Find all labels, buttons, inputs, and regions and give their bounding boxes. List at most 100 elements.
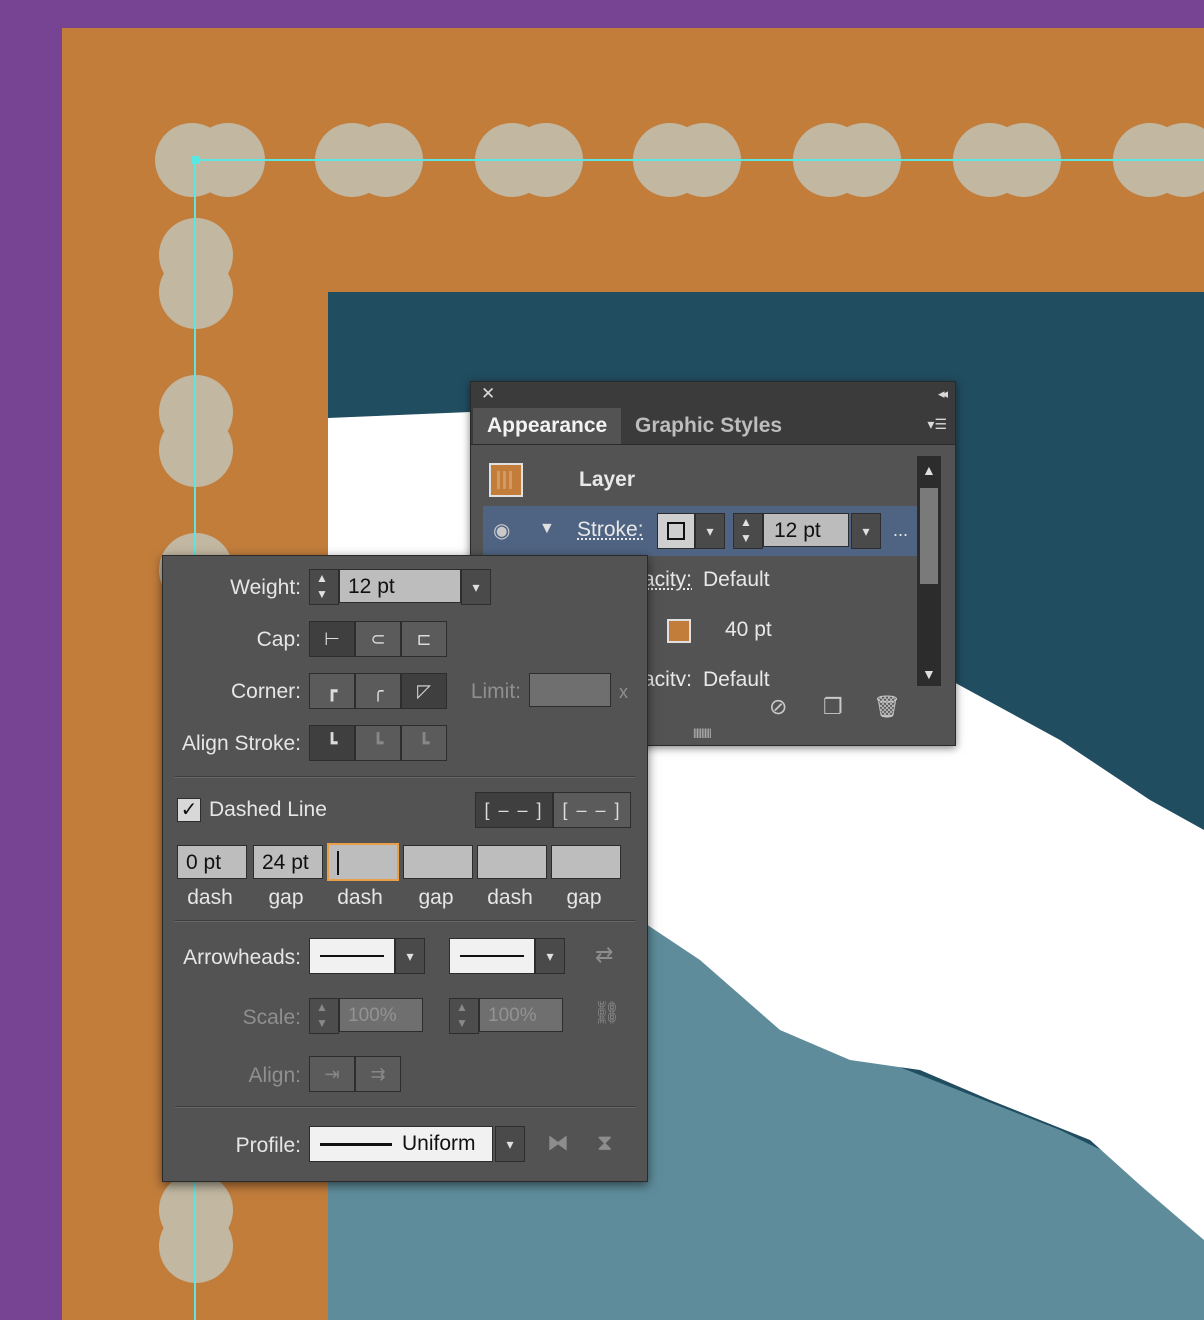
- preserve-dash-button[interactable]: [ ‒ ‒ ]: [475, 792, 553, 828]
- flip-across-icon[interactable]: ⧗: [597, 1130, 612, 1156]
- profile-value: Uniform: [402, 1132, 476, 1155]
- arrowhead-line-icon: [460, 955, 524, 957]
- scale-start-stepper[interactable]: ▲ ▼: [309, 998, 339, 1034]
- dash-3-caption: dash: [487, 886, 533, 909]
- link-scale-icon[interactable]: ⛓: [593, 1000, 621, 1026]
- tab-graphic-styles[interactable]: Graphic Styles: [621, 408, 796, 444]
- cap-label: Cap:: [256, 628, 301, 651]
- arrowheads-label: Arrowheads:: [183, 946, 301, 969]
- stroke-weight-dropdown[interactable]: ▾: [851, 513, 881, 549]
- dashed-line-label: Dashed Line: [209, 798, 327, 821]
- close-icon[interactable]: ✕: [481, 384, 495, 404]
- end-arrowhead-select[interactable]: [449, 938, 535, 974]
- divider-1: [175, 776, 635, 778]
- disclosure-triangle-icon[interactable]: ▼: [539, 520, 555, 538]
- panel-title-bar[interactable]: ✕ ◂◂: [471, 382, 955, 408]
- more-options[interactable]: ...: [893, 520, 908, 541]
- row-stroke[interactable]: ◉ ▼ Stroke: ▾ ▲ ▼ 12 pt ▾ ...: [483, 506, 917, 557]
- stroke-label[interactable]: Stroke:: [577, 518, 644, 542]
- duplicate-item-icon[interactable]: ❐: [823, 694, 843, 720]
- gap-3-caption: gap: [566, 886, 602, 909]
- weight-stepper[interactable]: ▲ ▼: [309, 569, 339, 605]
- swap-arrowheads-icon[interactable]: ⇄: [595, 942, 613, 968]
- weight-dropdown[interactable]: ▾: [461, 569, 491, 605]
- stroke-swatch-icon: [667, 522, 685, 540]
- round-join-button[interactable]: ╭: [355, 673, 401, 709]
- bevel-join-button[interactable]: ◸: [401, 673, 447, 709]
- scroll-up-icon[interactable]: ▲: [922, 462, 936, 478]
- text-cursor: [337, 851, 339, 875]
- gap-2-caption: gap: [418, 886, 454, 909]
- trash-icon[interactable]: 🗑: [873, 694, 901, 720]
- start-arrowhead-select[interactable]: [309, 938, 395, 974]
- corner-label: Corner:: [230, 680, 301, 703]
- row-layer-label: Layer: [579, 468, 636, 491]
- align-outside-button[interactable]: ┗: [401, 725, 447, 761]
- end-arrowhead-dropdown[interactable]: ▾: [535, 938, 565, 974]
- arrowhead-line-icon: [320, 955, 384, 957]
- dash-2-caption: dash: [337, 886, 383, 909]
- scroll-down-icon[interactable]: ▼: [922, 666, 936, 682]
- limit-unit: x: [619, 682, 628, 702]
- dash-1-input[interactable]: 0 pt: [177, 845, 247, 879]
- gap-2-input[interactable]: [403, 845, 473, 879]
- gap-3-input[interactable]: [551, 845, 621, 879]
- butt-cap-button[interactable]: ⊢: [309, 621, 355, 657]
- opacity-label-2[interactable]: acity:: [643, 668, 692, 686]
- arrow-extend-button[interactable]: ⇥: [309, 1056, 355, 1092]
- scale-end-stepper[interactable]: ▲ ▼: [449, 998, 479, 1034]
- profile-label: Profile:: [235, 1134, 301, 1157]
- resize-grip-icon[interactable]: |||||||||||: [693, 728, 712, 739]
- stroke-color-swatch[interactable]: [657, 513, 695, 549]
- divider-2: [175, 920, 635, 922]
- dash-1-caption: dash: [187, 886, 233, 909]
- panel-menu-icon[interactable]: ▾☰: [927, 416, 947, 433]
- layer-pattern-icon: [497, 471, 515, 489]
- weight-input[interactable]: 12 pt: [339, 569, 461, 603]
- stroke-weight-stepper[interactable]: ▲ ▼: [733, 513, 763, 549]
- dashed-line-checkbox[interactable]: ✓: [177, 798, 201, 822]
- projecting-cap-button[interactable]: ⊏: [401, 621, 447, 657]
- opacity-label-1[interactable]: acity:: [643, 568, 692, 592]
- stroke-weight-input[interactable]: 12 pt: [763, 513, 849, 547]
- limit-label: Limit:: [470, 680, 521, 703]
- start-arrowhead-dropdown[interactable]: ▾: [395, 938, 425, 974]
- dash-3-input[interactable]: [477, 845, 547, 879]
- dash-2-input[interactable]: [327, 843, 399, 881]
- opacity-value-1: Default: [703, 568, 770, 591]
- profile-dropdown[interactable]: ▾: [495, 1126, 525, 1162]
- miter-join-button[interactable]: ┏: [309, 673, 355, 709]
- round-cap-button[interactable]: ⊂: [355, 621, 401, 657]
- scale-label: Scale:: [242, 1006, 301, 1029]
- collapse-icon[interactable]: ◂◂: [938, 386, 948, 402]
- appearance-scrollbar[interactable]: ▲ ▼: [917, 456, 941, 686]
- fill-size-label: 40 pt: [725, 618, 772, 641]
- arrow-place-button[interactable]: ⇉: [355, 1056, 401, 1092]
- align-arrows-label: Align:: [248, 1064, 301, 1087]
- profile-uniform-icon: [320, 1143, 392, 1146]
- weight-label: Weight:: [230, 576, 301, 599]
- anchor-point[interactable]: [192, 156, 200, 164]
- align-center-button[interactable]: ┗: [309, 725, 355, 761]
- scale-start-input[interactable]: 100%: [339, 998, 423, 1032]
- align-inside-button[interactable]: ┗: [355, 725, 401, 761]
- scroll-thumb[interactable]: [920, 488, 938, 584]
- fill-swatch[interactable]: [667, 619, 691, 643]
- layer-thumbnail: [489, 463, 523, 497]
- scale-end-input[interactable]: 100%: [479, 998, 563, 1032]
- clear-appearance-icon[interactable]: ⊘: [769, 694, 787, 720]
- limit-input[interactable]: [529, 673, 611, 707]
- align-stroke-label: Align Stroke:: [181, 732, 301, 755]
- eye-icon[interactable]: ◉: [493, 518, 510, 543]
- panel-tabs: Appearance Graphic Styles ▾☰: [471, 408, 955, 445]
- gap-1-caption: gap: [268, 886, 304, 909]
- stroke-color-dropdown[interactable]: ▾: [695, 513, 725, 549]
- divider-3: [175, 1106, 635, 1108]
- tab-appearance[interactable]: Appearance: [473, 408, 622, 444]
- stroke-panel: Weight: ▲ ▼ 12 pt ▾ Cap: ⊢ ⊂ ⊏ Corner: ┏ …: [162, 555, 648, 1182]
- gap-1-input[interactable]: 24 pt: [253, 845, 323, 879]
- row-layer[interactable]: Layer: [483, 456, 917, 507]
- align-dash-corners-button[interactable]: [ ‒ ‒ ]: [553, 792, 631, 828]
- flip-along-icon[interactable]: ⧓: [547, 1130, 569, 1156]
- profile-select[interactable]: Uniform: [309, 1126, 493, 1162]
